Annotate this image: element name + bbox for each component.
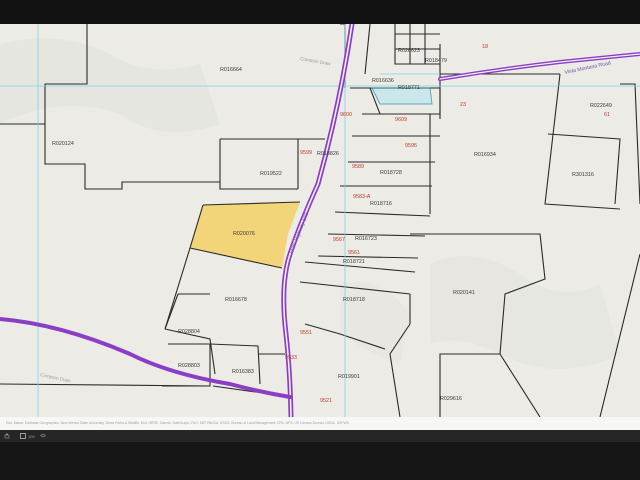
parcel-label: R016636 [372, 78, 394, 84]
map-canvas[interactable]: R016664 R020124 R019522 R018826 R018728 … [0, 24, 640, 417]
parcel-label: R018771 [398, 85, 420, 91]
parcel-label: R018716 [370, 201, 392, 207]
address-label: 9609 [395, 117, 407, 123]
bottom-bar: 100 [0, 430, 640, 480]
parcel-label: R301316 [572, 172, 594, 178]
parcel-map[interactable]: R016664 R020124 R019522 R018826 R018728 … [0, 24, 640, 417]
address-label: 9533 [285, 355, 297, 361]
parcel-label: R016723 [355, 236, 377, 242]
address-label: 18 [482, 44, 488, 50]
parcel-label: R020141 [453, 290, 475, 296]
address-label: 9551 [300, 330, 312, 336]
road-label-compton-1: Compton Draw [300, 56, 332, 66]
top-bar [0, 0, 640, 24]
parcel-label: R016383 [232, 369, 254, 375]
print-icon[interactable] [4, 432, 10, 440]
parcel-label: R020076 [233, 231, 255, 237]
parcel-label: R018721 [343, 259, 365, 265]
map-attribution: Esri, Maxar, Earthstar Geographics, New … [0, 417, 640, 430]
road-labels: State Highway 133 Vista Montana Road [288, 60, 611, 254]
address-label: 9589 [352, 164, 364, 170]
parcel-label: R016678 [225, 297, 247, 303]
address-label: 23 [460, 102, 466, 108]
parcel-label: R019522 [260, 171, 282, 177]
parcel-label: R028803 [178, 363, 200, 369]
address-label: 9567 [333, 237, 345, 243]
parcel-label: R016664 [220, 67, 242, 73]
parcel-label: R018718 [343, 297, 365, 303]
map-toolbar: 100 [0, 430, 640, 442]
parcel-label: R018728 [380, 170, 402, 176]
zoom-select[interactable]: 100 [20, 432, 35, 440]
parcel-label: R022649 [590, 103, 612, 109]
address-label: 9599 [300, 150, 312, 156]
zoom-value: 100 [28, 433, 35, 439]
address-label: 61 [604, 112, 610, 118]
parcel-label: R019901 [338, 374, 360, 380]
parcel-label: R028804 [178, 329, 200, 335]
address-label: 9595 [405, 143, 417, 149]
road-label-compton-2: Compton Draw [40, 372, 72, 383]
address-label: 9521 [320, 398, 332, 404]
address-label: 9583-A [353, 194, 371, 200]
address-label: 9600 [340, 112, 352, 118]
address-label: 9561 [348, 250, 360, 256]
parcel-label: R018479 [425, 58, 447, 64]
parcel-label: R026623 [398, 48, 420, 54]
layers-icon[interactable] [40, 432, 46, 440]
zoom-select-icon [20, 433, 26, 439]
parcel-label: R016934 [474, 152, 496, 158]
parcel-label: R029616 [440, 396, 462, 402]
parcel-label: R020124 [52, 141, 74, 147]
parcel-label: R018826 [317, 151, 339, 157]
